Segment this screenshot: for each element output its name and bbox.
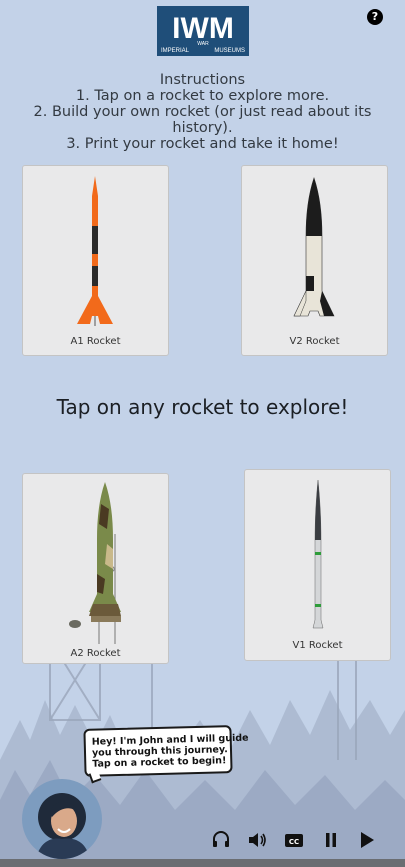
rocket-label: V1 Rocket — [292, 640, 343, 651]
instruction-step: 1. Tap on a rocket to explore more. — [75, 88, 330, 104]
help-button[interactable]: ? — [367, 9, 383, 25]
logo-imperial: IMPERIAL — [161, 48, 190, 54]
media-controls: CC — [205, 828, 395, 852]
pause-icon[interactable] — [323, 828, 339, 852]
rocket-label: A1 Rocket — [70, 336, 121, 347]
bottom-bar — [0, 859, 405, 867]
logo-museums: MUSEUMS — [214, 48, 245, 54]
rocket-label: A2 Rocket — [70, 648, 121, 659]
explore-tagline: Tap on any rocket to explore! — [56, 395, 349, 419]
rocket-card-a1[interactable]: A1 Rocket — [22, 165, 169, 356]
instructions-heading: Instructions — [159, 72, 246, 88]
instructions: Instructions 1. Tap on a rocket to explo… — [20, 72, 385, 152]
play-icon[interactable] — [358, 828, 376, 852]
iwm-logo: IWM IMPERIAL WAR MUSEUMS — [157, 6, 249, 56]
cc-label: CC — [289, 838, 299, 846]
a2-rocket-image — [69, 482, 121, 644]
v2-rocket-image — [293, 177, 335, 317]
guide-speech-bubble: Hey! I'm John and I will guide you throu… — [83, 725, 249, 777]
instruction-step: history). — [172, 120, 233, 136]
rocket-card-a2[interactable]: A2 Rocket — [22, 473, 169, 664]
rocket-card-v1[interactable]: V1 Rocket — [244, 469, 391, 661]
a1-rocket-image — [77, 176, 113, 326]
rocket-label: V2 Rocket — [289, 336, 340, 347]
guide-line: Tap on a rocket to begin! — [92, 755, 227, 770]
instruction-step: 2. Build your own rocket (or just read a… — [33, 104, 372, 120]
closed-captions-icon[interactable]: CC — [284, 828, 304, 852]
headphones-icon[interactable] — [211, 828, 231, 852]
v1-rocket-image — [312, 479, 324, 629]
instruction-step: 3. Print your rocket and take it home! — [66, 136, 339, 152]
guide-avatar — [22, 779, 102, 859]
logo-war: WAR — [197, 41, 209, 47]
volume-icon[interactable] — [247, 828, 269, 852]
rocket-card-v2[interactable]: V2 Rocket — [241, 165, 388, 356]
